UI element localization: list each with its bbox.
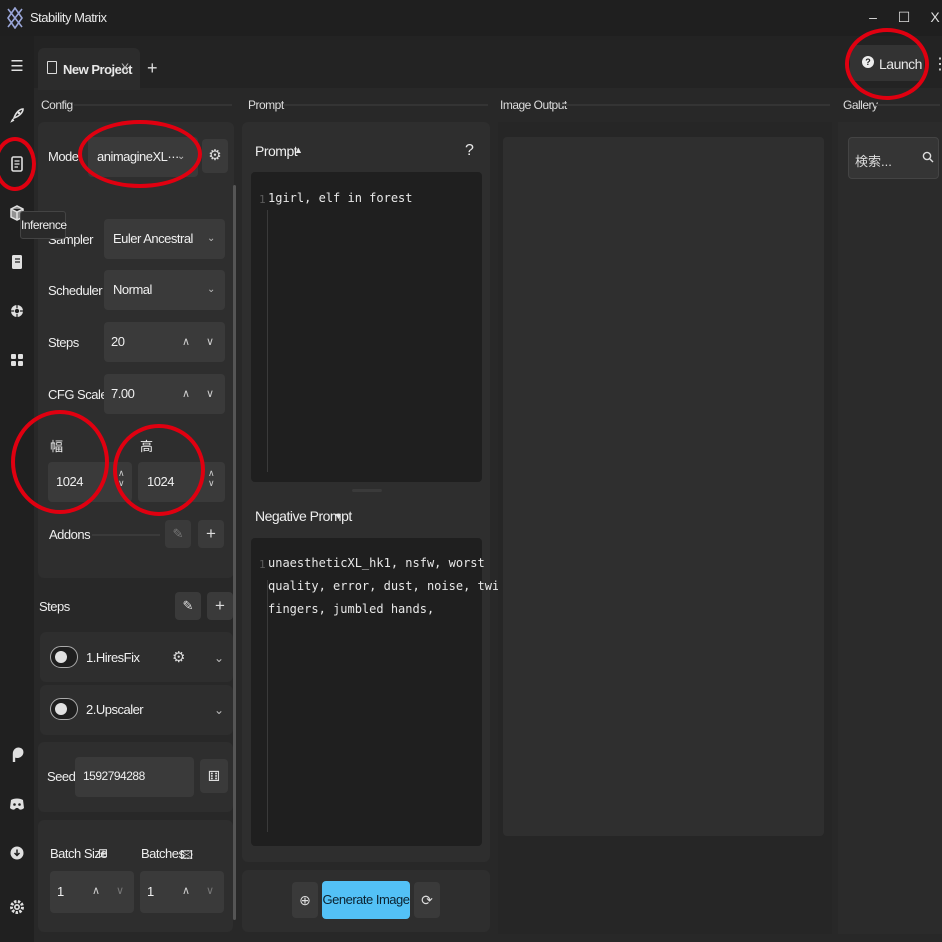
- title-bar: [0, 0, 942, 36]
- generate-image-button[interactable]: Generate Image: [322, 881, 410, 919]
- extensions-icon[interactable]: [6, 349, 28, 371]
- hamburger-icon[interactable]: ☰: [6, 56, 28, 78]
- grid-icon: ⊞: [98, 846, 109, 860]
- gallery-search-placeholder: 検索...: [855, 154, 892, 169]
- patreon-icon[interactable]: [6, 744, 28, 766]
- dice-icon[interactable]: ⚅: [200, 759, 228, 793]
- tab-close-button[interactable]: X: [121, 61, 129, 75]
- download-icon[interactable]: [6, 842, 28, 864]
- add-step-plus-icon[interactable]: +: [207, 592, 233, 620]
- scheduler-value: Normal: [113, 282, 152, 297]
- seed-label: Seed: [47, 769, 76, 784]
- toggle-knob: [55, 703, 67, 715]
- refresh-icon[interactable]: ⟳: [414, 882, 440, 918]
- annotation-circle: [11, 410, 109, 514]
- openart-icon[interactable]: [6, 300, 28, 322]
- increment-button[interactable]: ∧: [182, 884, 190, 897]
- discord-icon[interactable]: [6, 793, 28, 815]
- window-title: Stability Matrix: [30, 10, 107, 25]
- line-number: 1: [259, 558, 266, 571]
- negative-prompt-line: quality, error, dust, noise, twisted: [268, 579, 529, 593]
- divider: [74, 104, 232, 106]
- tooltip-inference: Inference: [20, 211, 67, 239]
- increment-button[interactable]: ∧: [92, 884, 100, 897]
- chevron-down-icon[interactable]: ⌄: [214, 651, 224, 665]
- negative-prompt-line: fingers, jumbled hands,: [268, 602, 435, 616]
- decrement-button[interactable]: ∨: [206, 884, 214, 897]
- batches-value: 1: [147, 884, 155, 899]
- increment-button[interactable]: ∧: [182, 335, 190, 348]
- maximize-button[interactable]: ☐: [893, 6, 915, 28]
- annotation-circle: [845, 28, 929, 100]
- image-output-canvas: [503, 137, 824, 836]
- decrement-button[interactable]: ∨: [116, 884, 124, 897]
- divider: [876, 104, 940, 106]
- seed-value: 1592794288: [83, 769, 145, 783]
- search-icon[interactable]: [922, 151, 934, 163]
- height-stepper[interactable]: ∧ ∨: [208, 468, 215, 488]
- gallery-panel: [838, 122, 942, 934]
- section-prompt: Prompt: [248, 98, 284, 112]
- divider: [92, 534, 160, 536]
- toggle-knob: [55, 651, 67, 663]
- model-settings-gear-icon[interactable]: ⚙: [202, 139, 228, 173]
- divider: [284, 104, 488, 106]
- close-window-button[interactable]: X: [924, 6, 942, 28]
- decrement-button[interactable]: ∨: [206, 387, 214, 400]
- pencil-icon[interactable]: ✎: [175, 592, 201, 620]
- magnify-plus-icon[interactable]: ⊕: [292, 882, 318, 918]
- section-gallery: Gallery: [843, 98, 878, 112]
- cfg-scale-value: 7.00: [111, 386, 135, 401]
- batch-size-value: 1: [57, 884, 65, 899]
- document-icon: [47, 61, 57, 74]
- tab-strip: [34, 36, 942, 88]
- negative-prompt-line: unaestheticXL_hk1, nsfw, worst: [268, 556, 485, 570]
- annotation-circle: [78, 120, 202, 188]
- sampler-value: Euler Ancestral: [113, 231, 193, 246]
- more-options-button[interactable]: ⋮: [932, 54, 942, 74]
- minimize-button[interactable]: –: [862, 6, 884, 28]
- increment-button[interactable]: ∧: [182, 387, 190, 400]
- notebook-icon[interactable]: [6, 251, 28, 273]
- section-image-output: Image Output: [500, 98, 567, 112]
- caret-up-icon[interactable]: ▲: [294, 145, 303, 155]
- add-addon-plus-icon[interactable]: +: [198, 520, 224, 548]
- pencil-icon[interactable]: ✎: [165, 520, 191, 548]
- app-logo: [7, 7, 23, 29]
- config-scrollbar[interactable]: [233, 185, 236, 920]
- steps-value: 20: [111, 334, 125, 349]
- addons-label: Addons: [49, 527, 91, 542]
- chevron-down-icon: ⌄: [207, 233, 216, 244]
- chevron-down-icon: ⌄: [207, 284, 216, 295]
- steps-section-title: Steps: [39, 599, 70, 614]
- chevron-down-icon[interactable]: ⌄: [214, 703, 224, 717]
- prompt-help-button[interactable]: ?: [465, 142, 474, 160]
- settings-icon[interactable]: [6, 896, 28, 918]
- splitter-handle[interactable]: [352, 489, 382, 492]
- upscaler-label: 2.Upscaler: [86, 702, 144, 717]
- hiresfix-label: 1.HiresFix: [86, 650, 140, 665]
- steps-label: Steps: [48, 335, 79, 350]
- cfg-scale-label: CFG Scale: [48, 387, 108, 402]
- decrement-button[interactable]: ∨: [206, 335, 214, 348]
- gear-icon[interactable]: ⚙: [172, 648, 185, 666]
- add-tab-button[interactable]: +: [147, 58, 158, 79]
- section-config: Config: [41, 98, 73, 112]
- model-label: Model: [48, 149, 81, 164]
- editor-gutter-line: [267, 210, 268, 472]
- prompt-editor[interactable]: [251, 172, 482, 482]
- annotation-circle: [113, 424, 205, 516]
- prompt-text: 1girl, elf in forest: [268, 191, 413, 205]
- rocket-icon[interactable]: [6, 104, 28, 126]
- divider: [560, 104, 830, 106]
- image-icon: 🖾: [180, 848, 194, 862]
- scheduler-label: Scheduler: [48, 283, 103, 298]
- prompt-title: Prompt: [255, 143, 298, 159]
- caret-down-icon[interactable]: ▼: [334, 511, 343, 521]
- batches-label: Batches: [141, 846, 185, 861]
- line-number: 1: [259, 193, 266, 206]
